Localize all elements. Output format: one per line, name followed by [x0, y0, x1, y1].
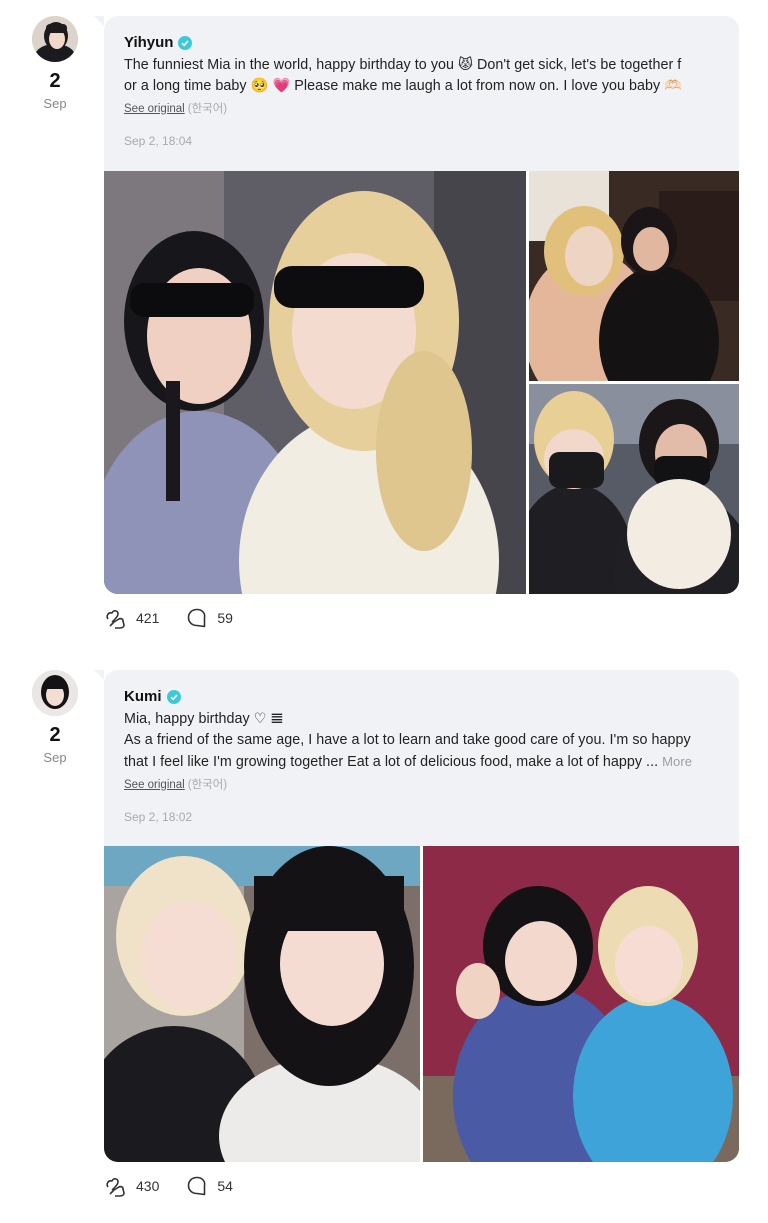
original-language: (한국어)	[187, 103, 228, 115]
see-original-link[interactable]: See original	[124, 103, 185, 115]
original-language: (한국어)	[187, 779, 228, 791]
like-count: 421	[136, 610, 160, 626]
timestamp: Sep 2, 18:02	[124, 810, 193, 824]
photo-grid	[104, 846, 739, 1162]
see-original: See original (한국어)	[124, 100, 719, 116]
photo-3[interactable]	[529, 384, 739, 594]
post-text-line: Mia, happy birthday ♡ 𝌆	[124, 711, 284, 727]
post-month: Sep	[43, 96, 67, 111]
avatar[interactable]	[32, 670, 78, 716]
post-bubble: Yihyun The funniest Mia in the world, ha…	[94, 16, 739, 171]
avatar[interactable]	[32, 16, 78, 62]
like-count: 430	[136, 1178, 160, 1194]
post-stats: 430 54	[104, 1174, 259, 1198]
post-text-line: that I feel like I'm growing together Ea…	[124, 751, 719, 773]
author-name[interactable]: Kumi	[124, 688, 162, 705]
heart-hand-icon	[106, 1178, 125, 1197]
author-row: Yihyun	[124, 34, 719, 51]
speech-bubble-icon	[188, 608, 206, 628]
verified-check-icon	[178, 35, 193, 50]
comment-button[interactable]: 59	[185, 606, 233, 630]
timestamp: Sep 2, 18:04	[124, 134, 193, 148]
author-row: Kumi	[124, 688, 719, 705]
post-text-line: As a friend of the same age, I have a lo…	[124, 732, 691, 748]
verified-check-icon	[166, 689, 181, 704]
speech-bubble-icon	[188, 1176, 206, 1196]
photo-grid	[104, 171, 739, 594]
like-button[interactable]: 421	[104, 606, 159, 630]
post-month: Sep	[43, 750, 67, 765]
post-text-line: or a long time baby 🥺 💗 Please make me l…	[124, 78, 683, 94]
see-original-link[interactable]: See original	[124, 779, 185, 791]
photo-1[interactable]	[104, 171, 526, 594]
post-text: Mia, happy birthday ♡ 𝌆 As a friend of t…	[124, 709, 719, 773]
photo-2[interactable]	[423, 846, 739, 1162]
post-text-line: The funniest Mia in the world, happy bir…	[124, 57, 682, 73]
post-day: 2	[49, 724, 61, 746]
post-text-line-tail: that I feel like I'm growing together Ea…	[124, 754, 659, 770]
photo-2[interactable]	[529, 171, 739, 381]
post-day: 2	[49, 70, 61, 92]
post-stats: 421 59	[104, 606, 259, 630]
see-original: See original (한국어)	[124, 776, 719, 792]
author-name[interactable]: Yihyun	[124, 34, 173, 51]
like-button[interactable]: 430	[104, 1174, 159, 1198]
photo-1[interactable]	[104, 846, 420, 1162]
comment-count: 54	[217, 1178, 233, 1194]
post-text: The funniest Mia in the world, happy bir…	[124, 55, 719, 97]
more-button[interactable]: More	[662, 754, 692, 769]
comment-count: 59	[217, 610, 233, 626]
post-bubble: Kumi Mia, happy birthday ♡ 𝌆 As a friend…	[94, 670, 739, 846]
heart-hand-icon	[106, 610, 125, 629]
comment-button[interactable]: 54	[185, 1174, 233, 1198]
